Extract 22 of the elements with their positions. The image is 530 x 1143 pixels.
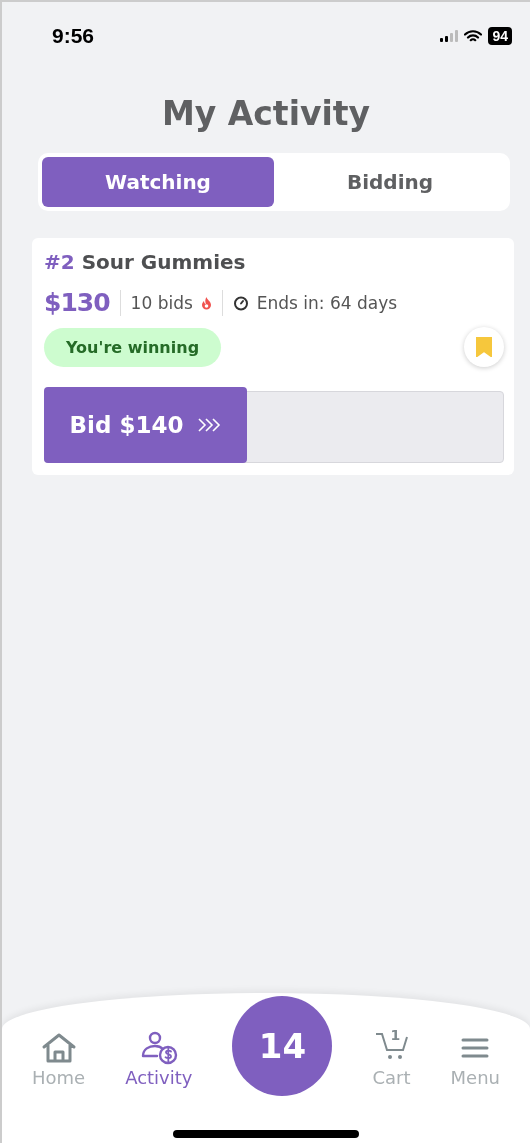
- wifi-icon: [464, 29, 483, 43]
- home-icon: [40, 1031, 77, 1065]
- time-remaining: Ends in: 64 days: [256, 292, 398, 313]
- cart-icon: [374, 1031, 409, 1061]
- signal-icon: [440, 30, 459, 42]
- tab[interactable]: Watching: [42, 157, 274, 207]
- nav-item[interactable]: Activity: [125, 1031, 193, 1088]
- bid-count: 10 bids: [130, 292, 193, 313]
- winning-status: You're winning: [44, 327, 222, 367]
- status-time: 9:56: [52, 24, 95, 48]
- bookmark-icon: [476, 337, 492, 357]
- tab[interactable]: Bidding: [274, 157, 506, 207]
- bid-swipe-button[interactable]: Bid $140: [44, 387, 247, 463]
- page-title: My Activity: [160, 94, 372, 133]
- timer-icon: [232, 294, 249, 311]
- lot-price: $130: [44, 288, 110, 317]
- bookmark-button[interactable]: [464, 327, 504, 367]
- center-count-button[interactable]: 14: [232, 996, 333, 1096]
- chevrons-icon: [197, 417, 222, 433]
- person-dollar-icon: [139, 1031, 178, 1065]
- battery-level: 94: [488, 27, 512, 45]
- lot-title: #2 Sour Gummies: [44, 250, 247, 274]
